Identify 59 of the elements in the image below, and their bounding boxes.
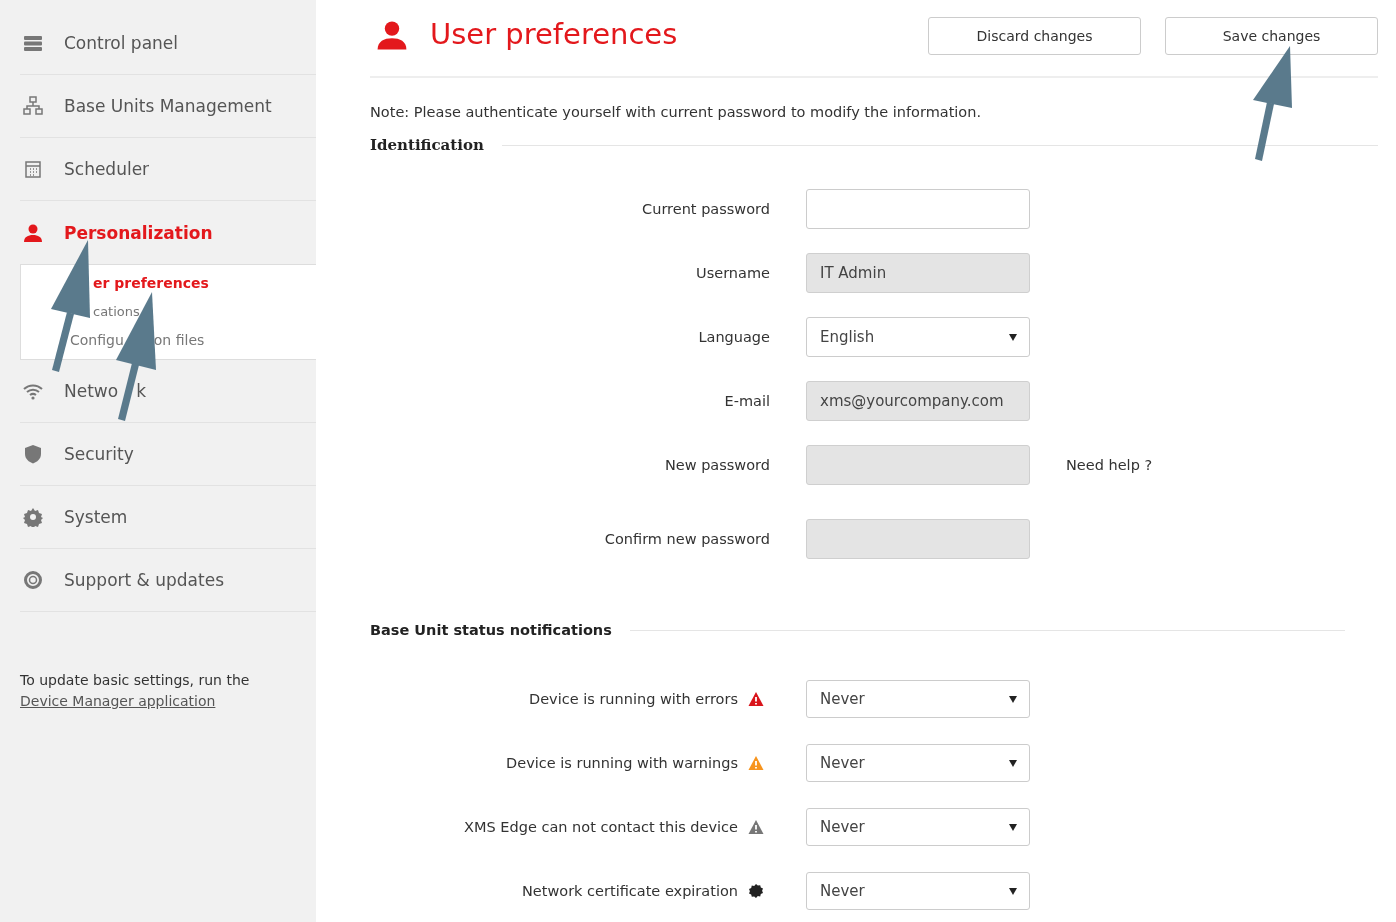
nav-label: k [136, 380, 146, 401]
nav-item[interactable]: System [20, 485, 316, 549]
submenu-label: er preferences [93, 275, 209, 292]
nav-item[interactable]: Personalization [20, 201, 316, 264]
nav-label: Personalization [64, 222, 213, 243]
page-title: User preferences [430, 17, 678, 51]
submenu-label: on files [153, 332, 205, 349]
field-label: Confirm new password [603, 531, 770, 547]
nav-item[interactable]: Base Units Management [20, 75, 316, 138]
shield-icon [23, 443, 43, 464]
notification-dropdown[interactable]: Never [806, 808, 1030, 846]
nav-label: Scheduler [64, 159, 150, 179]
calendar-icon [23, 159, 43, 179]
nav-label: Base Units Management [64, 96, 272, 116]
nav-label: Netwo [64, 380, 119, 401]
device-manager-link[interactable]: Device Manager application [20, 690, 216, 712]
notification-label: Network certificate expiration [521, 883, 738, 899]
nav-item[interactable]: Control panel [20, 12, 316, 75]
server-icon [23, 33, 43, 53]
hint-text: To update basic settings, run the [20, 670, 251, 690]
notification-label: XMS Edge can not contact this device [464, 819, 738, 835]
discard-button[interactable]: Discard changes [928, 17, 1141, 55]
field-label: New password [663, 457, 770, 473]
warning-icon [748, 819, 764, 835]
field-label: Current password [641, 201, 770, 217]
section-heading: Base Unit status notifications [370, 622, 612, 638]
nav-label: Security [64, 443, 134, 464]
field-label: Username [695, 265, 770, 281]
submenu-label: cations [93, 304, 140, 320]
save-button[interactable]: Save changes [1165, 17, 1378, 55]
nav-label: Control panel [64, 33, 179, 53]
notification-dropdown[interactable]: Never [806, 680, 1030, 718]
nav-label: Support & updates [64, 569, 225, 590]
lifebuoy-icon [23, 569, 43, 590]
user-icon [23, 222, 43, 243]
language-dropdown[interactable]: English [806, 317, 1030, 357]
settings-icon [23, 506, 43, 527]
warning-icon [748, 755, 764, 771]
section-heading: Identification [370, 136, 484, 154]
notification-dropdown[interactable]: Never [806, 872, 1030, 910]
user-icon [376, 19, 408, 51]
nav-label: System [64, 506, 128, 527]
error-icon [748, 691, 764, 707]
submenu-item[interactable]: Configu on files [21, 326, 316, 355]
notification-label: Device is running with warnings [506, 755, 738, 771]
notification-dropdown[interactable]: Never [806, 744, 1030, 782]
nav-item[interactable]: Security [20, 422, 316, 486]
submenu-label: Configu [70, 332, 124, 349]
input-field[interactable] [806, 189, 1030, 229]
network-tree-icon [23, 96, 43, 116]
note-text: Note: Please authenticate yourself with current password to modify the information. [370, 104, 983, 120]
nav-item[interactable]: Support & updates [20, 548, 316, 612]
nav-item[interactable]: Scheduler [20, 138, 316, 201]
submenu-item[interactable]: cations [21, 297, 316, 326]
submenu-item[interactable]: er preferences [21, 269, 316, 298]
field-label: Language [697, 329, 770, 345]
field-label: E-mail [723, 393, 770, 409]
badge-icon [748, 883, 764, 899]
notification-label: Device is running with errors [529, 691, 738, 707]
